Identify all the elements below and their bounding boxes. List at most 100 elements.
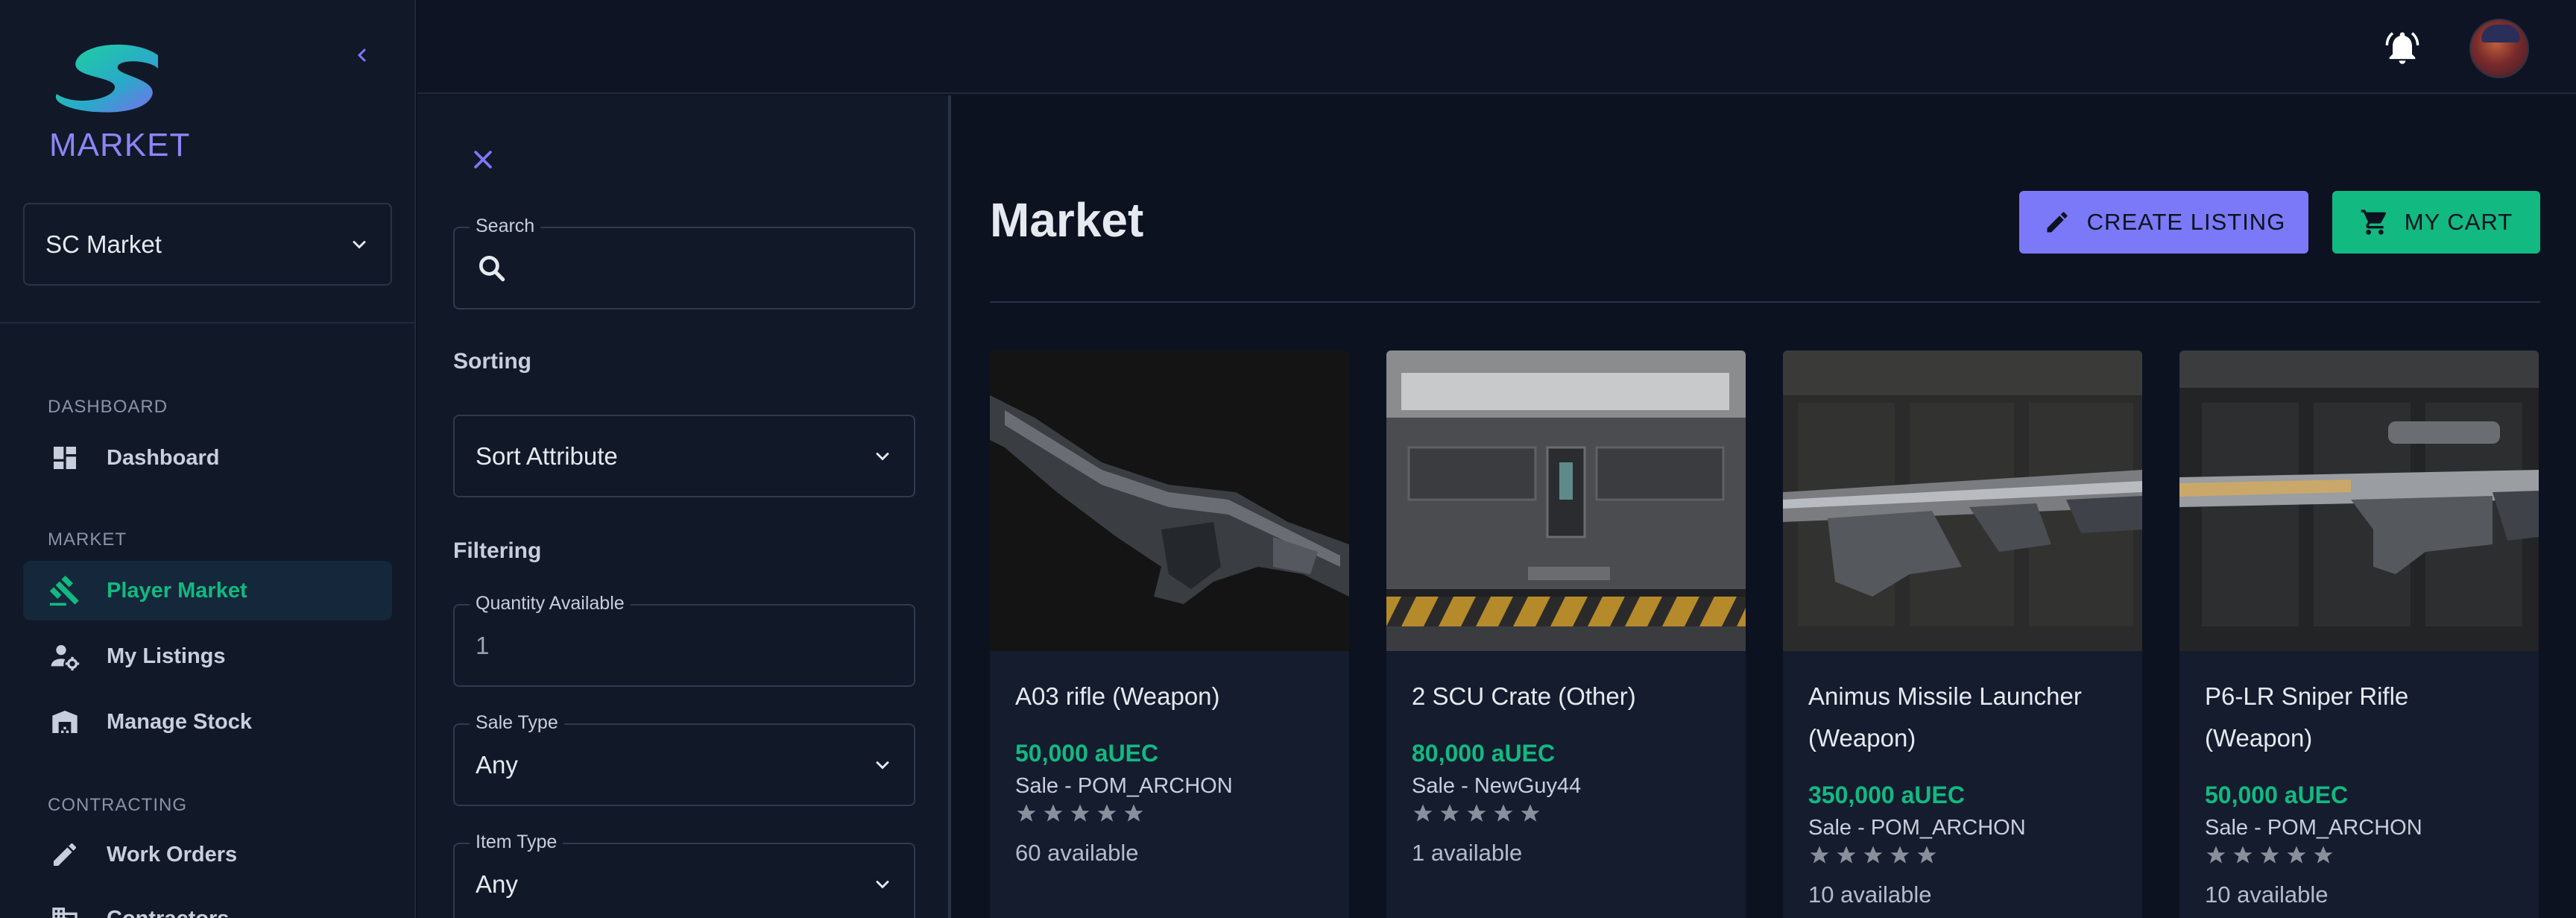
chevron-left-icon [357, 48, 366, 62]
star-icon [1070, 804, 1090, 822]
sidebar-item-label: Player Market [107, 578, 247, 603]
search-label: Search [470, 216, 541, 237]
chevron-down-icon [876, 452, 889, 461]
logo-icon [55, 44, 158, 113]
section-label-dashboard: DASHBOARD [48, 397, 168, 417]
pencil-icon [48, 838, 81, 871]
section-label-market: MARKET [48, 529, 127, 550]
star-icon [1467, 804, 1486, 822]
my-cart-button[interactable]: MY CART [2332, 191, 2540, 254]
listing-price: 80,000 aUEC [1412, 740, 1556, 767]
sidebar-item-contractors[interactable]: Contractors [23, 889, 392, 918]
star-icon [1124, 804, 1143, 822]
user-avatar[interactable] [2469, 19, 2529, 78]
item-type-label: Item Type [470, 831, 564, 853]
create-listing-button[interactable]: CREATE LISTING [2019, 191, 2308, 254]
notifications-button[interactable] [2383, 28, 2422, 67]
star-icon [1890, 846, 1910, 864]
listing-card[interactable]: P6-LR Sniper Rifle (Weapon) 50,000 aUEC … [2179, 350, 2539, 918]
chevron-down-icon [876, 761, 889, 770]
listing-card[interactable]: Animus Missile Launcher (Weapon) 350,000… [1783, 350, 2142, 918]
listing-price: 50,000 aUEC [1015, 740, 1159, 767]
star-icon [2287, 846, 2306, 864]
listing-title: Animus Missile Launcher (Weapon) [1808, 682, 2082, 752]
org-selector-value: SC Market [45, 230, 162, 258]
chevron-down-icon [353, 240, 366, 249]
star-icon [1494, 804, 1513, 822]
warehouse-icon [48, 705, 81, 738]
org-selector[interactable]: SC Market [23, 203, 392, 286]
item-type-select[interactable]: Item Type Any [453, 831, 915, 918]
dashboard-icon [48, 441, 81, 474]
star-icon [1017, 804, 1036, 822]
search-icon [479, 255, 505, 281]
page-title: Market [990, 193, 1144, 247]
listing-available: 10 available [2205, 881, 2329, 908]
listing-image-crate [1386, 350, 1746, 651]
sale-type-select[interactable]: Sale Type Any [453, 712, 915, 806]
sale-type-label: Sale Type [470, 712, 564, 734]
sorting-title: Sorting [453, 349, 531, 374]
listing-available: 60 available [1015, 840, 1139, 866]
quantity-available-label: Quantity Available [470, 593, 631, 614]
sale-type-value: Any [476, 750, 518, 779]
star-icon [1917, 846, 1936, 864]
listing-image-sniper-rifle [2179, 350, 2539, 651]
sidebar-item-my-listings[interactable]: My Listings [23, 626, 392, 686]
star-icon [1521, 804, 1540, 822]
listing-title: A03 rifle (Weapon) [1015, 682, 1220, 710]
listing-seller: Sale - POM_ARCHON [1808, 816, 2026, 840]
sidebar-item-manage-stock[interactable]: Manage Stock [23, 692, 392, 752]
sidebar-item-label: Contractors [107, 907, 229, 918]
star-icon [2260, 846, 2279, 864]
listing-available: 10 available [1808, 881, 1932, 908]
sidebar-item-player-market[interactable]: Player Market [23, 561, 392, 620]
quantity-available-input[interactable]: Quantity Available 1 [453, 593, 915, 687]
listing-seller: Sale - NewGuy44 [1412, 774, 1582, 798]
my-cart-label: MY CART [2404, 209, 2513, 235]
listing-price: 50,000 aUEC [2205, 782, 2349, 808]
star-icon [1440, 804, 1459, 822]
listing-title: P6-LR Sniper Rifle (Weapon) [2205, 682, 2409, 752]
star-icon [1097, 804, 1117, 822]
logo-text: MARKET [49, 127, 191, 163]
filter-panel: Search Sorting Sort Attribute Filtering … [417, 95, 951, 918]
sidebar-item-label: My Listings [107, 644, 226, 668]
sidebar: MARKET SC Market DASHBOARD Dashboard MAR… [0, 0, 416, 918]
rating-stars [1808, 844, 1938, 867]
star-icon [2206, 846, 2226, 864]
main-content: Market CREATE LISTING MY CART A03 rifle … [954, 95, 2576, 918]
listing-price: 350,000 aUEC [1808, 782, 1965, 808]
close-filters-button[interactable] [468, 145, 498, 175]
rating-stars [2205, 844, 2334, 867]
bell-icon [2385, 32, 2419, 64]
sidebar-item-work-orders[interactable]: Work Orders [23, 825, 392, 884]
star-icon [1810, 846, 1829, 864]
sidebar-divider [0, 322, 416, 324]
section-label-contracting: CONTRACTING [48, 795, 187, 815]
listing-image-rifle [990, 350, 1349, 651]
cart-icon [2360, 207, 2390, 237]
sidebar-item-label: Manage Stock [107, 709, 252, 734]
sort-attribute-select[interactable]: Sort Attribute [453, 415, 915, 497]
listing-seller: Sale - POM_ARCHON [1015, 774, 1233, 798]
app-logo[interactable]: MARKET [46, 39, 189, 166]
person-gear-icon [48, 640, 81, 673]
star-icon [2233, 846, 2253, 864]
pencil-icon [2042, 207, 2072, 237]
building-icon [48, 902, 81, 918]
filtering-title: Filtering [453, 538, 542, 563]
collapse-sidebar-button[interactable] [347, 40, 377, 70]
star-icon [1863, 846, 1883, 864]
listing-card[interactable]: 2 SCU Crate (Other) 80,000 aUEC Sale - N… [1386, 350, 1746, 918]
sidebar-item-label: Dashboard [107, 445, 220, 470]
search-input[interactable]: Search [453, 216, 915, 309]
listing-card[interactable]: A03 rifle (Weapon) 50,000 aUEC Sale - PO… [990, 350, 1349, 918]
sidebar-item-dashboard[interactable]: Dashboard [23, 428, 392, 488]
listing-image-missile-launcher [1783, 350, 2142, 651]
quantity-available-value: 1 [476, 631, 490, 659]
star-icon [1837, 846, 1856, 864]
star-icon [1413, 804, 1433, 822]
create-listing-label: CREATE LISTING [2086, 209, 2286, 235]
listing-seller: Sale - POM_ARCHON [2205, 816, 2422, 840]
